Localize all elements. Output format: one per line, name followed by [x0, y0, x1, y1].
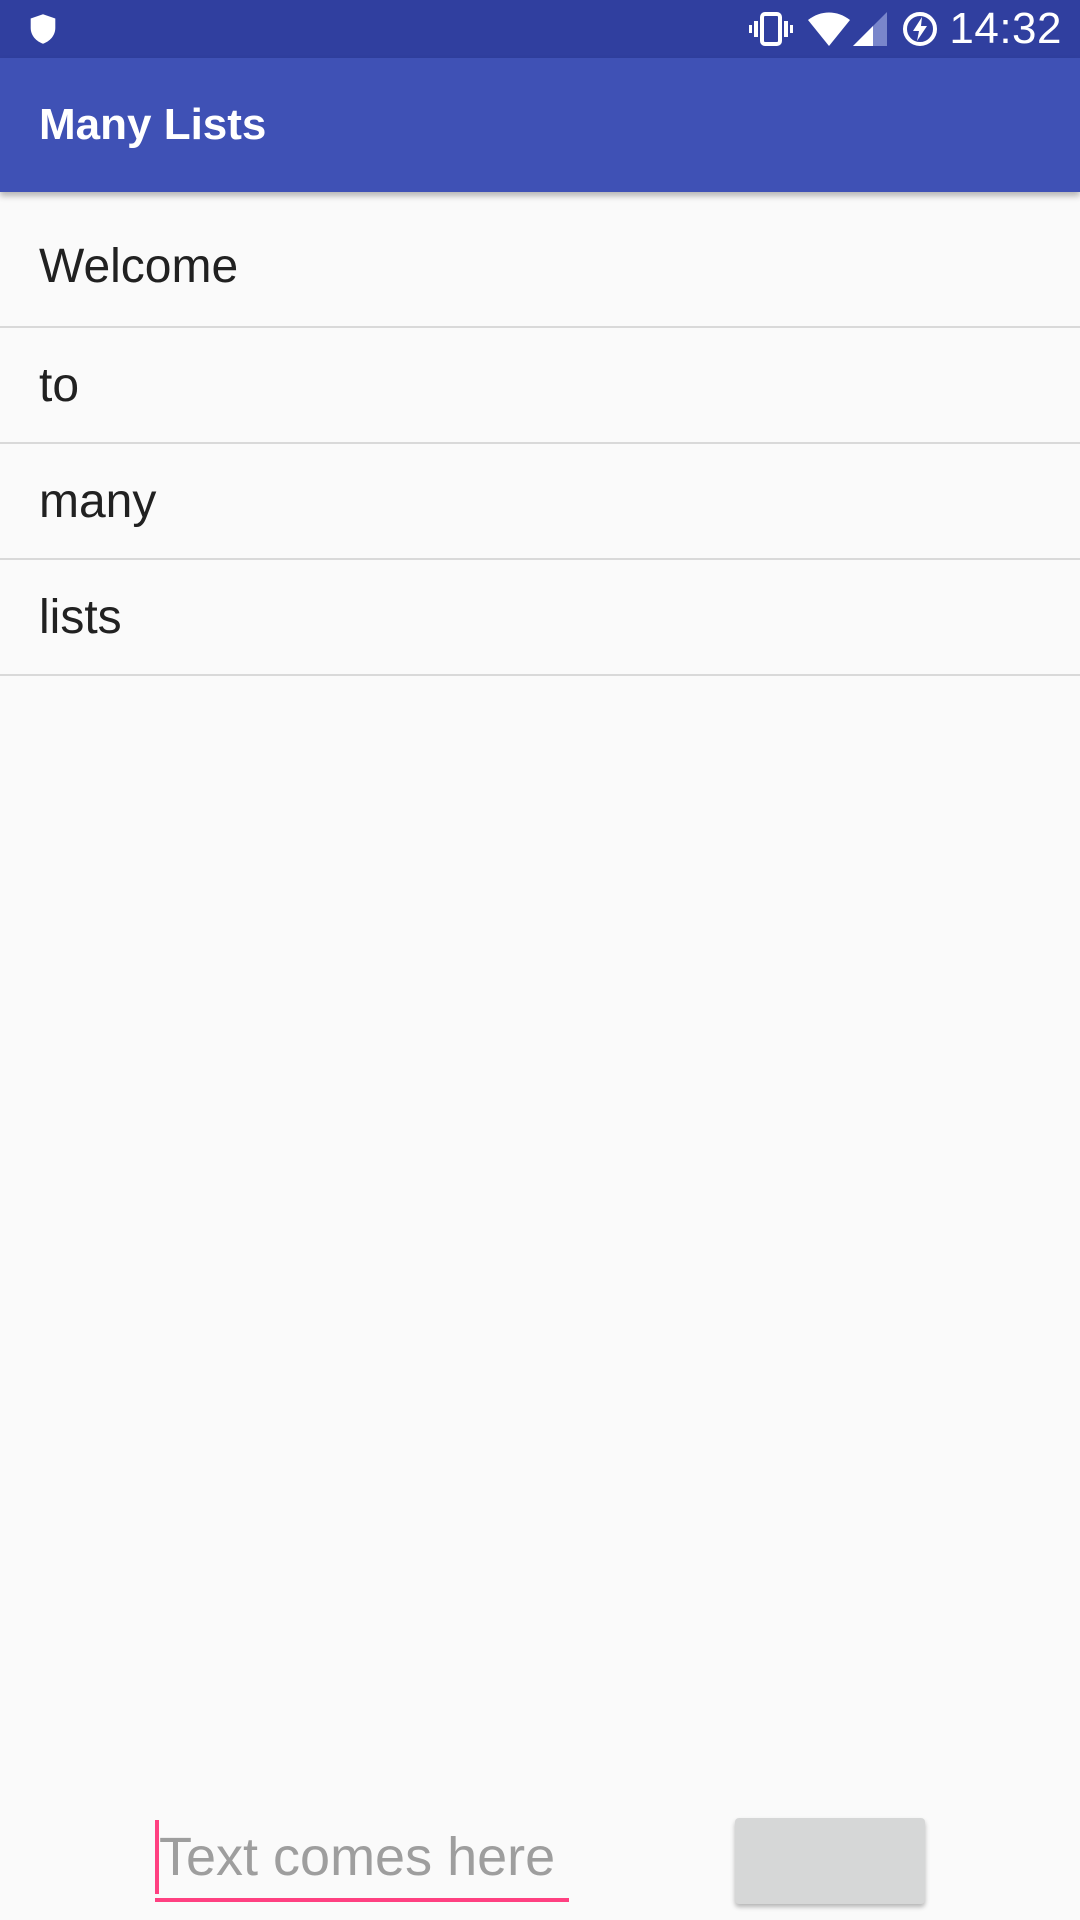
vibrate-icon	[749, 12, 794, 46]
list-item[interactable]: to	[0, 328, 1080, 444]
signal-icon	[853, 12, 888, 46]
list-item-label: many	[39, 474, 157, 528]
app-bar: Many Lists	[0, 58, 1080, 192]
status-bar: 14:32	[0, 0, 1080, 58]
list-item[interactable]: many	[0, 444, 1080, 560]
submit-button[interactable]	[735, 1818, 925, 1904]
screen: 14:32 Many Lists Welcome to many lists	[0, 0, 1080, 1920]
shield-icon	[30, 14, 56, 44]
wifi-icon	[807, 12, 851, 46]
list: Welcome to many lists	[0, 192, 1080, 676]
list-item[interactable]: Welcome	[0, 192, 1080, 328]
text-input-underline	[155, 1898, 569, 1902]
text-cursor	[155, 1820, 159, 1894]
list-item[interactable]: lists	[0, 560, 1080, 676]
list-item-label: lists	[39, 590, 122, 644]
app-title: Many Lists	[39, 100, 267, 149]
list-item-label: Welcome	[39, 239, 239, 293]
text-input-container	[155, 1818, 573, 1902]
text-input[interactable]	[155, 1818, 573, 1896]
battery-charging-icon	[901, 10, 939, 48]
list-item-label: to	[39, 358, 80, 412]
status-icons: 14:32	[735, 0, 1062, 58]
status-time: 14:32	[949, 4, 1062, 53]
